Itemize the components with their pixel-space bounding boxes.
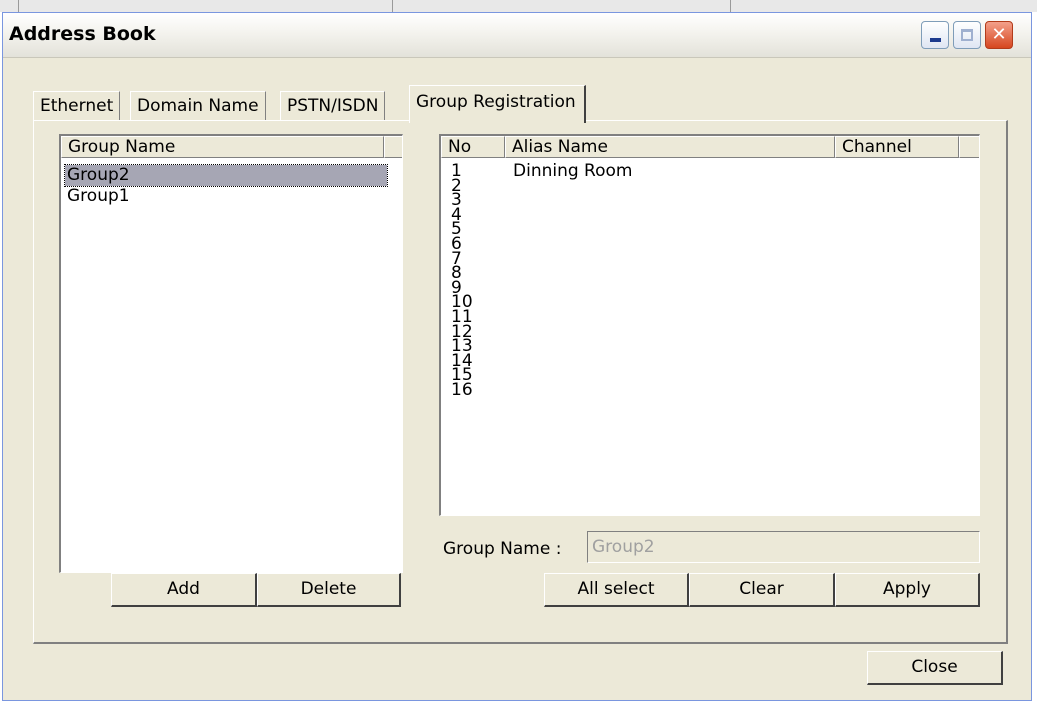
group-list[interactable]: Group Name Group2 Group1	[59, 134, 403, 573]
column-header-filler	[959, 136, 979, 158]
group-name-field[interactable]: Group2	[587, 531, 980, 563]
group-name-column-header[interactable]: Group Name	[61, 136, 384, 158]
close-icon: ✕	[991, 24, 1007, 45]
no-column-header[interactable]: No	[441, 136, 505, 158]
close-button[interactable]: Close	[867, 651, 1003, 685]
group-item-group1[interactable]: Group1	[65, 186, 387, 207]
all-select-button[interactable]: All select	[544, 573, 689, 607]
column-header-filler	[384, 136, 402, 158]
alias-name-column-header[interactable]: Alias Name	[505, 136, 835, 158]
maximize-button[interactable]	[953, 21, 981, 49]
tab-pstn-isdn[interactable]: PSTN/ISDN	[280, 91, 386, 121]
group-name-label: Group Name :	[443, 539, 562, 559]
tab-domain-name[interactable]: Domain Name	[130, 91, 266, 121]
background-strip	[0, 0, 1037, 12]
background-tick	[18, 0, 19, 12]
minimize-icon	[929, 38, 941, 42]
add-button[interactable]: Add	[111, 573, 257, 607]
apply-button[interactable]: Apply	[835, 573, 980, 607]
tab-group-registration[interactable]: Group Registration	[409, 85, 586, 123]
title-bar[interactable]: Address Book ✕	[3, 13, 1031, 58]
members-list[interactable]: No Alias Name Channel 1 Dinning Room 2 3 4 5 6…	[439, 134, 980, 516]
maximize-icon	[961, 29, 973, 41]
minimize-button[interactable]	[921, 21, 949, 49]
background-tick	[392, 0, 393, 12]
clear-button[interactable]: Clear	[689, 573, 835, 607]
close-window-button[interactable]: ✕	[985, 21, 1013, 49]
background-tick	[730, 0, 731, 12]
channel-column-header[interactable]: Channel	[835, 136, 959, 158]
window-title: Address Book	[9, 23, 156, 45]
group-item-group2[interactable]: Group2	[64, 164, 388, 187]
member-row-alias[interactable]: Dinning Room	[513, 163, 632, 180]
tab-ethernet[interactable]: Ethernet	[33, 91, 121, 121]
address-book-window: Address Book ✕ Ethernet Domain Name PSTN…	[2, 12, 1032, 701]
delete-button[interactable]: Delete	[257, 573, 401, 607]
member-row-number[interactable]: 16	[451, 382, 473, 399]
